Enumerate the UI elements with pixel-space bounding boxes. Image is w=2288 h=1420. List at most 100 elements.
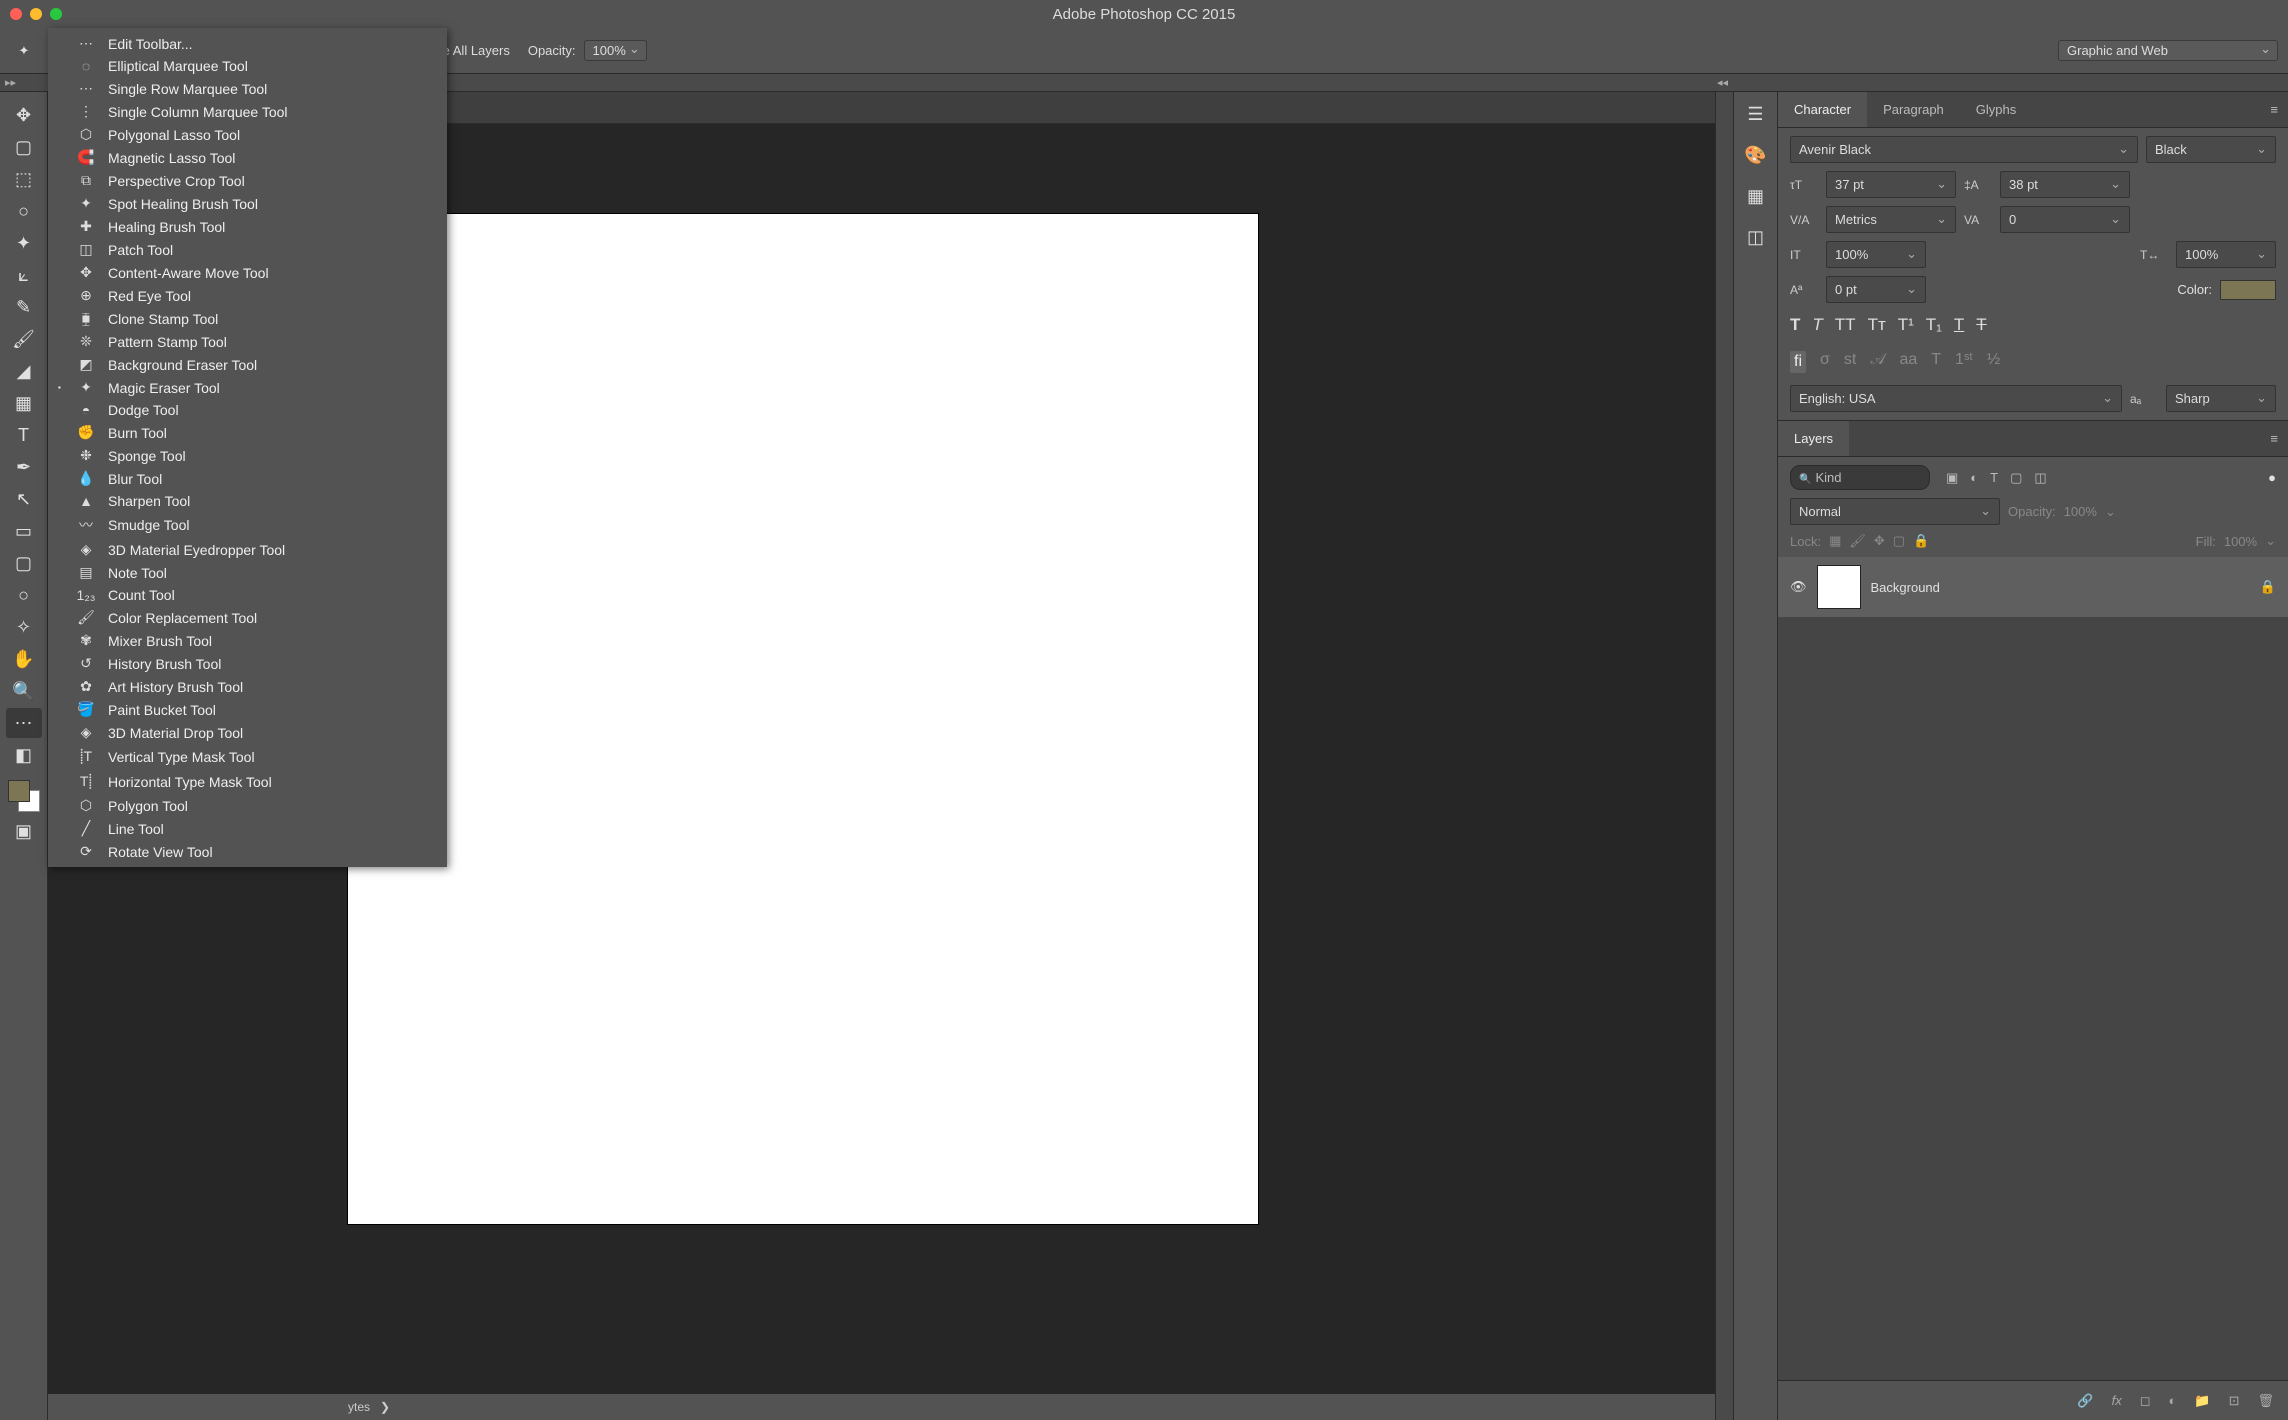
flyout-item-color-replacement-tool[interactable]: 🖌Color Replacement Tool xyxy=(48,606,447,629)
layer-opacity-value[interactable]: 100% xyxy=(2064,504,2097,519)
layer-list[interactable]: 👁 Background 🔒 xyxy=(1778,557,2288,1380)
quick-select-tool[interactable]: ✦ xyxy=(6,228,42,258)
artboard-tool[interactable]: ▢ xyxy=(6,132,42,162)
font-family-dropdown[interactable]: Avenir Black xyxy=(1790,136,2138,163)
foreground-color-swatch[interactable] xyxy=(8,780,30,802)
kerning-dropdown[interactable]: Metrics xyxy=(1826,206,1956,233)
flyout-item-patch-tool[interactable]: ◫Patch Tool xyxy=(48,238,447,261)
edit-toolbar-tool[interactable]: ⋯ xyxy=(6,708,42,738)
subscript-button[interactable]: T₁ xyxy=(1926,315,1942,335)
titling-alt-button[interactable]: T xyxy=(1931,351,1941,373)
lock-artboard-icon[interactable]: ▢ xyxy=(1893,533,1905,549)
flyout-item-line-tool[interactable]: ╱Line Tool xyxy=(48,817,447,840)
custom-shape-tool[interactable]: ✧ xyxy=(6,612,42,642)
magic-eraser-tool-icon[interactable]: ✦ xyxy=(10,37,38,65)
filter-smart-icon[interactable]: ◫ xyxy=(2034,470,2046,486)
flyout-item-polygonal-lasso-tool[interactable]: ⬡Polygonal Lasso Tool xyxy=(48,123,447,146)
font-style-dropdown[interactable]: Black xyxy=(2146,136,2276,163)
workspace-dropdown[interactable]: Graphic and Web xyxy=(2058,40,2278,61)
smallcaps-button[interactable]: Tᴛ xyxy=(1868,315,1886,335)
layer-mask-icon[interactable]: ◻ xyxy=(2140,1393,2151,1409)
flyout-item-elliptical-marquee-tool[interactable]: ◌Elliptical Marquee Tool xyxy=(48,55,447,77)
baseline-input[interactable]: 0 pt xyxy=(1826,276,1926,303)
layers-panel-menu-icon[interactable]: ≡ xyxy=(2260,421,2288,456)
tracking-dropdown[interactable]: 0 xyxy=(2000,206,2130,233)
delete-layer-icon[interactable]: 🗑 xyxy=(2257,1393,2274,1409)
flyout-item-count-tool[interactable]: 1₂₃Count Tool xyxy=(48,584,447,606)
close-window-button[interactable] xyxy=(10,8,22,20)
rounded-rect-tool[interactable]: ▢ xyxy=(6,548,42,578)
ellipse-tool[interactable]: ○ xyxy=(6,580,42,610)
leading-dropdown[interactable]: 38 pt xyxy=(2000,171,2130,198)
panel-collapse-strip[interactable] xyxy=(1716,92,1734,1420)
contextual-alt-button[interactable]: σ xyxy=(1820,351,1830,373)
crop-tool[interactable]: ⟀ xyxy=(6,260,42,290)
ligatures-button[interactable]: fi xyxy=(1790,351,1806,373)
lasso-tool[interactable]: ○ xyxy=(6,196,42,226)
flyout-item-red-eye-tool[interactable]: ⊕Red Eye Tool xyxy=(48,284,447,307)
strikethrough-button[interactable]: T xyxy=(1976,315,1986,335)
new-layer-icon[interactable]: ⊡ xyxy=(2229,1393,2240,1409)
flyout-item-magnetic-lasso-tool[interactable]: 🧲Magnetic Lasso Tool xyxy=(48,146,447,169)
italic-button[interactable]: T xyxy=(1812,315,1822,335)
filter-type-icon[interactable]: T xyxy=(1990,470,1998,486)
panel-menu-icon[interactable]: ≡ xyxy=(2260,92,2288,127)
bold-button[interactable]: T xyxy=(1790,315,1800,335)
link-layers-icon[interactable]: 🔗 xyxy=(2077,1393,2093,1409)
flyout-item-vertical-type-mask-tool[interactable]: ⸽TVertical Type Mask Tool xyxy=(48,744,447,769)
flyout-item-polygon-tool[interactable]: ⬡Polygon Tool xyxy=(48,794,447,817)
flyout-item-rotate-view-tool[interactable]: ⟳Rotate View Tool xyxy=(48,840,447,863)
flyout-item-dodge-tool[interactable]: ◓Dodge Tool xyxy=(48,399,447,421)
fill-value[interactable]: 100% xyxy=(2224,534,2257,549)
flyout-item-art-history-brush-tool[interactable]: ✿Art History Brush Tool xyxy=(48,675,447,698)
lock-position-icon[interactable]: ✥ xyxy=(1874,533,1885,549)
tab-layers[interactable]: Layers xyxy=(1778,421,1849,456)
flyout-item-perspective-crop-tool[interactable]: ⧉Perspective Crop Tool xyxy=(48,169,447,192)
flyout-item-edit-toolbar[interactable]: ⋯Edit Toolbar... xyxy=(48,32,447,55)
layer-name[interactable]: Background xyxy=(1871,580,1940,595)
layer-row[interactable]: 👁 Background 🔒 xyxy=(1778,557,2288,617)
lock-icon[interactable]: 🔒 xyxy=(2260,579,2276,595)
blend-mode-dropdown[interactable]: Normal xyxy=(1790,498,2000,525)
lock-all-icon[interactable]: 🔒 xyxy=(1913,533,1929,549)
screen-mode-tool[interactable]: ▣ xyxy=(6,816,42,846)
tab-glyphs[interactable]: Glyphs xyxy=(1960,92,2032,127)
chevron-down-icon[interactable]: ⌄ xyxy=(2105,504,2116,520)
flyout-item-paint-bucket-tool[interactable]: 🪣Paint Bucket Tool xyxy=(48,698,447,721)
layer-fx-icon[interactable]: fx xyxy=(2112,1393,2122,1408)
brush-tool[interactable]: 🖌 xyxy=(6,324,42,354)
flyout-item-spot-healing-brush-tool[interactable]: ✦Spot Healing Brush Tool xyxy=(48,192,447,215)
flyout-item-magic-eraser-tool[interactable]: ✦Magic Eraser Tool xyxy=(48,376,447,399)
layer-thumbnail[interactable] xyxy=(1817,565,1861,609)
gradient-tool[interactable]: ▦ xyxy=(6,388,42,418)
discretionary-lig-button[interactable]: st xyxy=(1844,351,1856,373)
filter-shape-icon[interactable]: ▢ xyxy=(2010,470,2022,486)
type-tool[interactable]: T xyxy=(6,420,42,450)
visibility-icon[interactable]: 👁 xyxy=(1790,579,1807,595)
path-select-tool[interactable]: ↖ xyxy=(6,484,42,514)
flyout-item-content-aware-move-tool[interactable]: ✥Content-Aware Move Tool xyxy=(48,261,447,284)
canvas[interactable] xyxy=(348,214,1258,1224)
hscale-input[interactable]: 100% xyxy=(2176,241,2276,268)
flyout-item-healing-brush-tool[interactable]: ✚Healing Brush Tool xyxy=(48,215,447,238)
zoom-tool[interactable]: 🔍 xyxy=(6,676,42,706)
flyout-item-blur-tool[interactable]: 💧Blur Tool xyxy=(48,467,447,490)
chevron-down-icon[interactable]: ⌄ xyxy=(2265,533,2276,549)
filter-adjust-icon[interactable]: ◐ xyxy=(1970,470,1978,486)
swatches-panel-icon[interactable]: ▦ xyxy=(1747,186,1764,207)
eyedropper-tool[interactable]: ✎ xyxy=(6,292,42,322)
underline-button[interactable]: T xyxy=(1954,315,1964,335)
flyout-item-pattern-stamp-tool[interactable]: ❊Pattern Stamp Tool xyxy=(48,330,447,353)
allcaps-button[interactable]: TT xyxy=(1835,315,1856,335)
lock-pixels-icon[interactable]: 🖌 xyxy=(1849,533,1866,549)
libraries-panel-icon[interactable]: ◫ xyxy=(1747,227,1764,248)
flyout-item-history-brush-tool[interactable]: ↺History Brush Tool xyxy=(48,652,447,675)
vscale-input[interactable]: 100% xyxy=(1826,241,1926,268)
flyout-item-background-eraser-tool[interactable]: ◩Background Eraser Tool xyxy=(48,353,447,376)
marquee-tool[interactable]: ⬚ xyxy=(6,164,42,194)
text-color-swatch[interactable] xyxy=(2220,280,2276,300)
rectangle-tool[interactable]: ▭ xyxy=(6,516,42,546)
quick-mask-tool[interactable]: ◧ xyxy=(6,740,42,770)
adjustment-layer-icon[interactable]: ◐ xyxy=(2169,1393,2177,1408)
flyout-item-horizontal-type-mask-tool[interactable]: T⸽Horizontal Type Mask Tool xyxy=(48,769,447,794)
